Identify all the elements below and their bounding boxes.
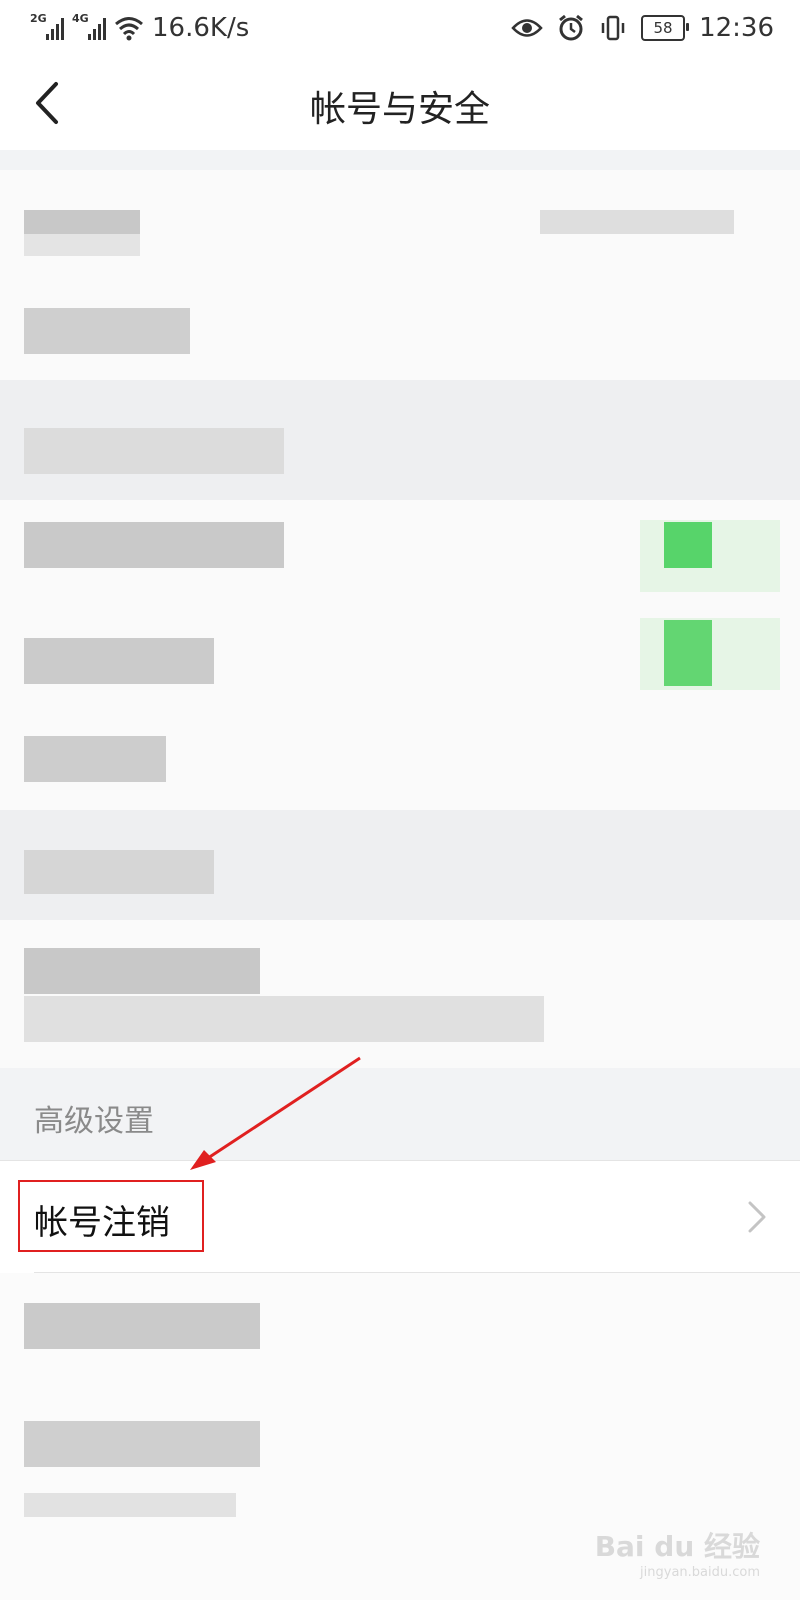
signal-icon: 4G (72, 12, 106, 40)
vibrate-icon (601, 15, 625, 41)
network-type-label: 4G (72, 12, 89, 25)
obscured-toggle-rows (0, 500, 800, 810)
page-title: 帐号与安全 (309, 89, 490, 130)
status-left: 2G 4G 16.6K/s (30, 10, 249, 46)
watermark-url: jingyan.baidu.com (640, 1565, 760, 1580)
signal-icon: 2G (30, 12, 64, 40)
chevron-right-icon (748, 1201, 766, 1233)
network-type-label: 2G (30, 12, 47, 25)
obscured-row[interactable] (0, 920, 800, 1068)
obscured-row[interactable] (0, 170, 800, 380)
annotation-arrow (190, 1056, 361, 1170)
wifi-icon (115, 17, 143, 41)
status-right: 58 12:36 (511, 10, 774, 46)
status-bar: 2G 4G 16.6K/s 58 12:36 (0, 0, 800, 56)
eye-icon (511, 19, 543, 37)
battery-level: 58 (653, 19, 673, 37)
toggle-switch[interactable] (664, 620, 712, 686)
watermark-brand: Bai du 经验 (594, 1530, 760, 1563)
highlight-box (18, 1180, 204, 1252)
section-header-advanced: 高级设置 (0, 1068, 800, 1160)
toggle-switch[interactable] (664, 522, 712, 568)
obscured-section-header (0, 380, 800, 500)
section-title: 高级设置 (34, 1104, 154, 1139)
battery-icon: 58 (641, 15, 690, 41)
network-speed: 16.6K/s (152, 13, 250, 43)
obscured-section-header (0, 810, 800, 920)
alarm-icon (559, 14, 583, 41)
watermark: Bai du 经验 jingyan.baidu.com (595, 1525, 760, 1580)
title-bar: 帐号与安全 (0, 56, 800, 151)
clock: 12:36 (699, 13, 774, 43)
